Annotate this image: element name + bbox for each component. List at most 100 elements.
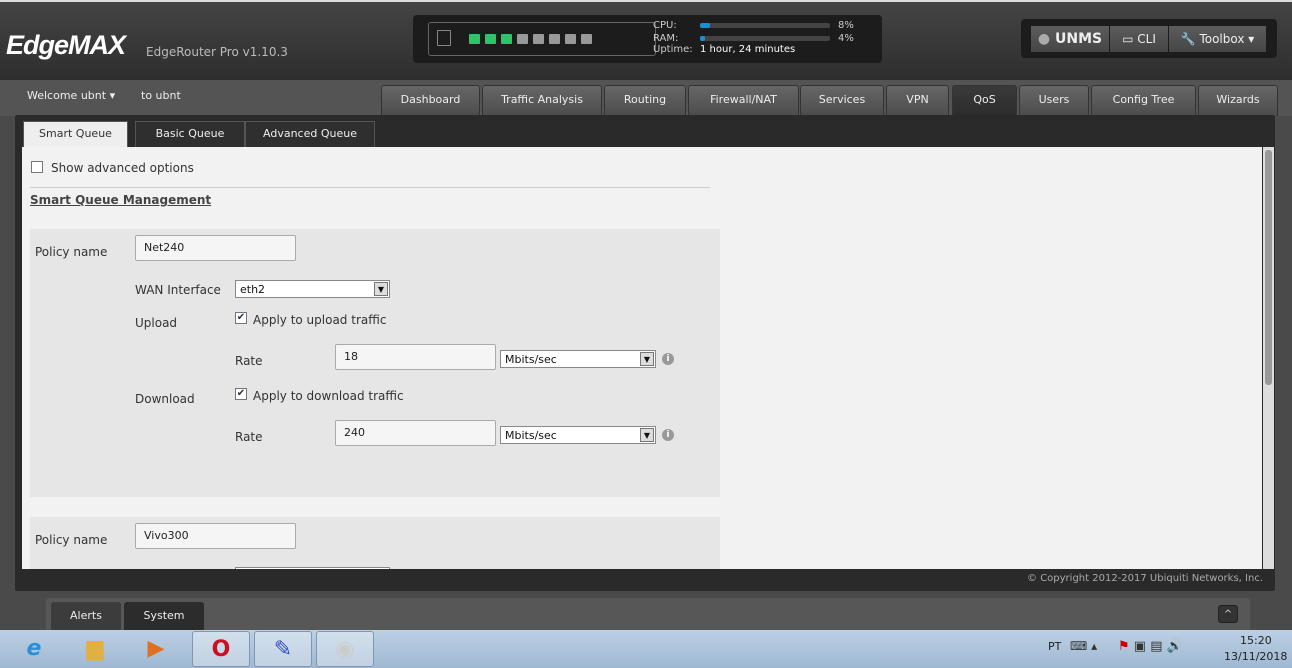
section-title: Smart Queue Management (30, 193, 212, 207)
download-unit-select[interactable]: Mbits/sec ▼ (500, 426, 656, 444)
policy-name-label: Policy name (35, 245, 108, 259)
nav-tab-config-tree[interactable]: Config Tree (1091, 85, 1196, 116)
download-rate-input[interactable]: 240 (335, 420, 496, 446)
apply-upload-checkbox[interactable]: ✔ (235, 312, 247, 324)
wan-interface-label: WAN Interface (135, 283, 221, 297)
nav-tab-users[interactable]: Users (1019, 85, 1089, 116)
subtab-basic-queue[interactable]: Basic Queue (135, 121, 245, 147)
clock-date[interactable]: 13/11/2018 (1224, 650, 1287, 663)
nav-tab-wizards[interactable]: Wizards (1198, 85, 1278, 116)
content-frame: Smart Queue Basic Queue Advanced Queue S… (15, 115, 1275, 591)
wan-interface-select[interactable]: ▼ (235, 567, 390, 569)
nav-tab-routing[interactable]: Routing (604, 85, 686, 116)
welcome-menu[interactable]: Welcome ubnt ▾ (27, 89, 115, 102)
network-icon[interactable]: ▤ (1150, 639, 1162, 654)
show-advanced-label: Show advanced options (51, 161, 194, 175)
upload-unit-select[interactable]: Mbits/sec ▼ (500, 350, 656, 368)
ethernet-port-icon (581, 34, 592, 44)
subtab-smart-queue[interactable]: Smart Queue (23, 121, 128, 147)
nav-tab-services[interactable]: Services (800, 85, 884, 116)
ethernet-port-icon (565, 34, 576, 44)
unms-label: UNMS (1054, 31, 1103, 47)
wan-interface-select[interactable]: eth2 ▼ (235, 280, 390, 298)
cpu-value: 8% (838, 20, 854, 31)
apply-download-checkbox[interactable]: ✔ (235, 388, 247, 400)
tab-system[interactable]: System (124, 602, 204, 630)
usb-icon[interactable]: ▣ (1134, 639, 1146, 654)
cpu-label: CPU: (653, 20, 677, 31)
info-icon[interactable]: i (662, 353, 674, 365)
clock-time[interactable]: 15:20 (1240, 634, 1272, 647)
subtab-advanced-queue[interactable]: Advanced Queue (245, 121, 375, 147)
policy-name-label: Policy name (35, 533, 108, 547)
tab-alerts[interactable]: Alerts (51, 602, 121, 630)
download-rate-label: Rate (235, 430, 263, 444)
chevron-down-icon: ▾ (1248, 32, 1255, 46)
cli-label: CLI (1137, 32, 1156, 46)
expand-panel-button[interactable]: ^ (1218, 605, 1238, 623)
ram-value: 4% (838, 33, 854, 44)
console-port-icon (437, 30, 451, 46)
nav-tab-qos[interactable]: QoS (952, 85, 1017, 116)
upload-label: Upload (135, 316, 178, 330)
nav-tab-traffic-analysis[interactable]: Traffic Analysis (482, 85, 602, 116)
nav-tab-vpn[interactable]: VPN (886, 85, 949, 116)
welcome-label: Welcome ubnt (27, 89, 107, 102)
scanner-icon[interactable]: ✎ (254, 631, 312, 667)
smart-queue-content: Show advanced options Smart Queue Manage… (22, 147, 1262, 569)
chevron-down-icon: ▼ (640, 428, 654, 442)
policy-panel: Policy name Vivo300 ▼ (30, 517, 720, 569)
uptime-label: Uptime: (653, 44, 693, 55)
opera-icon[interactable]: O (192, 631, 250, 667)
policy-name-input[interactable]: Net240 (135, 235, 296, 261)
download-label: Download (135, 392, 195, 406)
ethernet-port-icon (533, 34, 544, 44)
volume-icon[interactable]: 🔊 (1167, 639, 1183, 654)
toolbox-button[interactable]: 🔧 Toolbox ▾ (1169, 26, 1266, 52)
ethernet-port-icon (485, 34, 496, 44)
scrollbar-thumb[interactable] (1265, 150, 1272, 385)
copyright: © Copyright 2012-2017 Ubiquiti Networks,… (1027, 573, 1263, 584)
media-player-icon[interactable]: ▶ (127, 631, 185, 667)
cli-button[interactable]: ▭ CLI (1110, 26, 1168, 52)
router-model: EdgeRouter Pro v1.10.3 (146, 45, 288, 59)
status-panel: CPU: 8% RAM: 4% Uptime: 1 hour, 24 minut… (413, 15, 882, 63)
policy-name-input[interactable]: Vivo300 (135, 523, 296, 549)
main-nav: Welcome ubnt ▾ to ubnt Dashboard Traffic … (0, 80, 1292, 116)
wan-value: eth2 (240, 283, 266, 296)
ethernet-port-icon (517, 34, 528, 44)
cpu-bar (700, 23, 830, 28)
scrollbar[interactable] (1263, 147, 1274, 569)
tray-icons[interactable]: ⚑ ▣ ▤ 🔊 (1118, 639, 1183, 654)
apply-download-label: Apply to download traffic (253, 389, 404, 403)
upload-rate-input[interactable]: 18 (335, 344, 496, 370)
nav-tab-firewall-nat[interactable]: Firewall/NAT (688, 85, 799, 116)
toolbox-label: Toolbox (1199, 32, 1245, 46)
chevron-down-icon: ▼ (374, 282, 388, 296)
wrench-icon: 🔧 (1180, 32, 1200, 46)
edgemax-logo: EdgeMAX (6, 30, 126, 60)
file-explorer-icon[interactable]: ▆ (66, 631, 124, 667)
unms-button[interactable]: ● UNMS (1031, 26, 1109, 52)
upload-unit-value: Mbits/sec (505, 353, 557, 366)
internet-explorer-icon[interactable]: e (5, 631, 63, 667)
ethernet-port-icon (469, 34, 480, 44)
divider (30, 187, 710, 188)
policy-panel: Policy name Net240 WAN Interface eth2 ▼ U… (30, 229, 720, 497)
windows-taskbar: e ▆ ▶ O ✎ ◉ PT ⌨ ▴ ⚑ ▣ ▤ 🔊 15:20 13/11/2… (0, 630, 1292, 668)
ram-bar (700, 36, 830, 41)
bottom-panel: Alerts System ^ (46, 598, 1250, 630)
disc-icon[interactable]: ◉ (316, 631, 374, 667)
upload-rate-label: Rate (235, 354, 263, 368)
ethernet-port-icon (549, 34, 560, 44)
nav-tab-dashboard[interactable]: Dashboard (381, 85, 480, 116)
keyboard-icon[interactable]: ⌨ ▴ (1070, 639, 1097, 653)
info-icon[interactable]: i (662, 429, 674, 441)
apply-upload-label: Apply to upload traffic (253, 313, 387, 327)
ethernet-port-icon (501, 34, 512, 44)
show-advanced-checkbox[interactable] (31, 161, 43, 173)
chevron-down-icon: ▼ (640, 352, 654, 366)
toolbar: ● UNMS ▭ CLI 🔧 Toolbox ▾ (1021, 19, 1277, 58)
action-center-icon[interactable]: ⚑ (1118, 639, 1130, 654)
language-indicator[interactable]: PT (1048, 640, 1061, 653)
